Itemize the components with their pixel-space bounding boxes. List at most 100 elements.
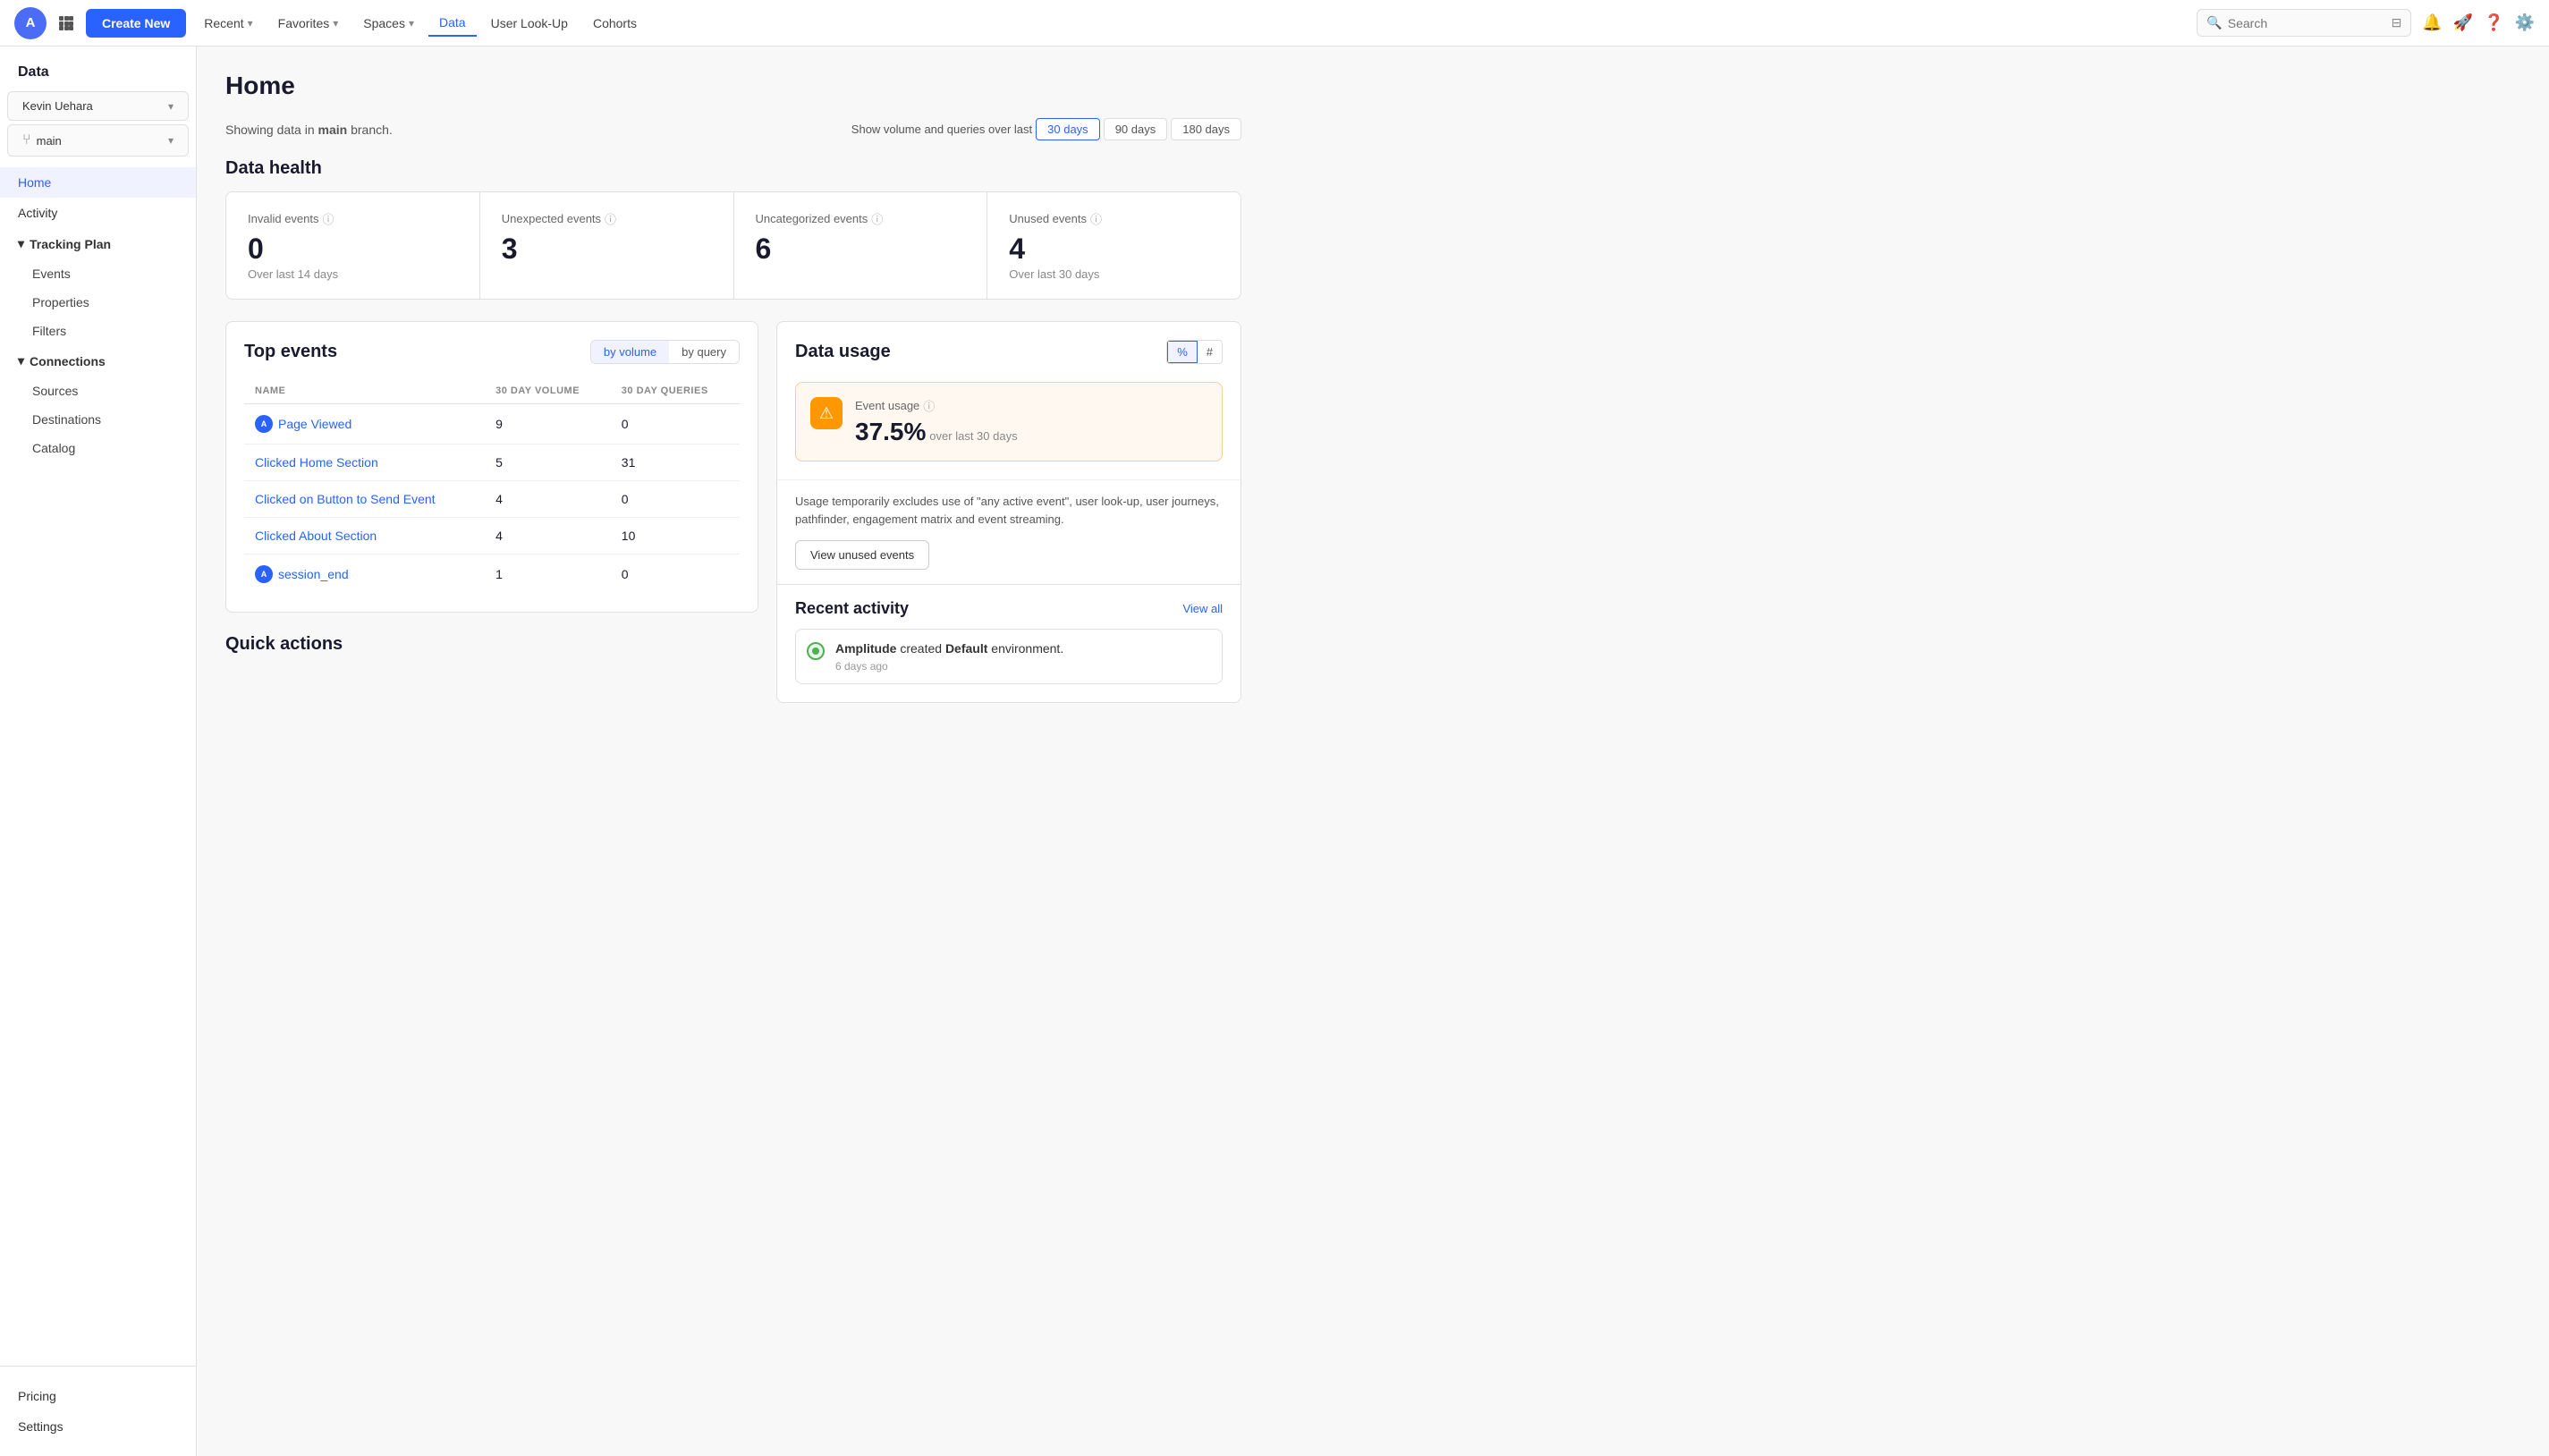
event-usage-section: ⚠ Event usage ⓘ 37.5% over last 30 days bbox=[777, 382, 1241, 479]
grid-icon[interactable] bbox=[54, 11, 79, 36]
branch-icon: ⑂ bbox=[22, 132, 31, 148]
sidebar-item-destinations[interactable]: Destinations bbox=[0, 405, 196, 434]
bell-icon[interactable]: 🔔 bbox=[2422, 13, 2442, 32]
uncategorized-info-icon[interactable]: ⓘ bbox=[871, 210, 883, 227]
time-180-btn[interactable]: 180 days bbox=[1171, 118, 1241, 140]
top-events-toggle: by volume by query bbox=[590, 340, 740, 364]
metric-unexpected: Unexpected events ⓘ 3 bbox=[480, 192, 734, 299]
search-bar[interactable]: 🔍 ⊟ bbox=[2197, 9, 2411, 37]
table-row: Clicked Home Section 5 31 bbox=[244, 444, 740, 481]
toggle-percent[interactable]: % bbox=[1167, 341, 1198, 363]
unexpected-info-icon[interactable]: ⓘ bbox=[605, 210, 616, 227]
top-nav: A Create New Recent ▾ Favorites ▾ Spaces… bbox=[0, 0, 2549, 47]
event-usage-info-icon[interactable]: ⓘ bbox=[923, 397, 935, 414]
app-layout: Data Kevin Uehara ▾ ⑂ main ▾ Home Activi… bbox=[0, 47, 2549, 1456]
activity-text: Amplitude created Default environment. bbox=[835, 640, 1063, 658]
recent-activity-title: Recent activity bbox=[795, 599, 909, 618]
sidebar-item-activity[interactable]: Activity bbox=[0, 198, 196, 228]
workspace-chevron: ▾ bbox=[168, 100, 174, 113]
data-health-title: Data health bbox=[225, 158, 1241, 179]
nav-spaces[interactable]: Spaces ▾ bbox=[352, 11, 425, 36]
event-usage-info: Event usage ⓘ 37.5% over last 30 days bbox=[855, 397, 1018, 446]
view-all-link[interactable]: View all bbox=[1182, 602, 1223, 615]
queries-clicked-about: 10 bbox=[611, 518, 740, 554]
toggle-by-query[interactable]: by query bbox=[669, 341, 739, 363]
time-90-btn[interactable]: 90 days bbox=[1104, 118, 1168, 140]
usage-note: Usage temporarily excludes use of "any a… bbox=[777, 479, 1241, 540]
metric-invalid-value: 0 bbox=[248, 233, 458, 266]
search-input[interactable] bbox=[2228, 16, 2386, 30]
quick-actions-title: Quick actions bbox=[225, 634, 758, 655]
activity-time: 6 days ago bbox=[835, 660, 1063, 673]
branch-name: main bbox=[37, 134, 62, 148]
table-row: A Page Viewed 9 0 bbox=[244, 404, 740, 444]
branch-info-row: Showing data in main branch. Show volume… bbox=[225, 118, 1241, 140]
event-link-session-end[interactable]: A session_end bbox=[255, 565, 474, 583]
invalid-info-icon[interactable]: ⓘ bbox=[323, 210, 335, 227]
filter-icon[interactable]: ⊟ bbox=[2392, 15, 2402, 30]
help-icon[interactable]: ❓ bbox=[2484, 13, 2503, 32]
metric-uncategorized-label: Uncategorized events ⓘ bbox=[756, 210, 966, 227]
nav-favorites[interactable]: Favorites ▾ bbox=[267, 11, 350, 36]
branch-chevron: ▾ bbox=[168, 134, 174, 147]
time-30-btn[interactable]: 30 days bbox=[1036, 118, 1100, 140]
nav-user-lookup[interactable]: User Look-Up bbox=[480, 11, 579, 36]
col-name: NAME bbox=[244, 378, 485, 404]
tracking-plan-chevron: ▾ bbox=[18, 236, 24, 251]
sidebar-item-pricing[interactable]: Pricing bbox=[0, 1381, 196, 1411]
toggle-by-volume[interactable]: by volume bbox=[591, 341, 669, 363]
volume-clicked-home: 5 bbox=[485, 444, 611, 481]
queries-clicked-button: 0 bbox=[611, 481, 740, 518]
branch-dropdown[interactable]: ⑂ main ▾ bbox=[7, 124, 189, 157]
event-icon-session-end: A bbox=[255, 565, 273, 583]
event-link-clicked-about[interactable]: Clicked About Section bbox=[255, 529, 474, 543]
top-events-title: Top events bbox=[244, 342, 337, 362]
left-col: Top events by volume by query NAME 30 DA… bbox=[225, 321, 758, 703]
event-usage-value: 37.5% over last 30 days bbox=[855, 418, 1018, 446]
workspace-name: Kevin Uehara bbox=[22, 99, 93, 113]
event-usage-label: Event usage ⓘ bbox=[855, 397, 1018, 414]
table-row: A session_end 1 0 bbox=[244, 554, 740, 595]
nav-recent[interactable]: Recent ▾ bbox=[193, 11, 263, 36]
rocket-icon[interactable]: 🚀 bbox=[2453, 13, 2473, 32]
volume-clicked-about: 4 bbox=[485, 518, 611, 554]
col-queries: 30 DAY QUERIES bbox=[611, 378, 740, 404]
nav-data[interactable]: Data bbox=[428, 10, 477, 37]
settings-icon[interactable]: ⚙️ bbox=[2515, 13, 2535, 32]
activity-dot-inner bbox=[812, 648, 819, 655]
data-usage-card: Data usage % # ⚠ Event usage ⓘ bbox=[776, 321, 1241, 703]
create-new-button[interactable]: Create New bbox=[86, 9, 186, 38]
events-table: NAME 30 DAY VOLUME 30 DAY QUERIES A bbox=[244, 378, 740, 594]
sidebar-item-filters[interactable]: Filters bbox=[0, 317, 196, 345]
time-filters: Show volume and queries over last 30 day… bbox=[851, 118, 1241, 140]
metric-unused-sub: Over last 30 days bbox=[1009, 267, 1219, 281]
queries-session-end: 0 bbox=[611, 554, 740, 595]
sidebar-item-sources[interactable]: Sources bbox=[0, 377, 196, 405]
sidebar-item-settings[interactable]: Settings bbox=[0, 1411, 196, 1442]
view-unused-events-button[interactable]: View unused events bbox=[795, 540, 929, 570]
two-col-layout: Top events by volume by query NAME 30 DA… bbox=[225, 321, 1241, 703]
metric-unused-label: Unused events ⓘ bbox=[1009, 210, 1219, 227]
activity-item: Amplitude created Default environment. 6… bbox=[795, 629, 1223, 684]
sidebar-group-connections[interactable]: ▾ Connections bbox=[0, 345, 196, 377]
nav-right: 🔍 ⊟ 🔔 🚀 ❓ ⚙️ bbox=[2197, 9, 2535, 37]
event-link-clicked-button[interactable]: Clicked on Button to Send Event bbox=[255, 492, 474, 506]
event-link-page-viewed[interactable]: A Page Viewed bbox=[255, 415, 474, 433]
sidebar-item-events[interactable]: Events bbox=[0, 259, 196, 288]
nav-items: Recent ▾ Favorites ▾ Spaces ▾ Data User … bbox=[193, 10, 2189, 37]
volume-clicked-button: 4 bbox=[485, 481, 611, 518]
logo-button[interactable]: A bbox=[14, 7, 47, 39]
unused-info-icon[interactable]: ⓘ bbox=[1090, 210, 1102, 227]
workspace-dropdown[interactable]: Kevin Uehara ▾ bbox=[7, 91, 189, 121]
top-events-header: Top events by volume by query bbox=[244, 340, 740, 364]
sidebar-item-home[interactable]: Home bbox=[0, 167, 196, 198]
data-usage-toggle: % # bbox=[1166, 340, 1223, 364]
toggle-number[interactable]: # bbox=[1198, 341, 1222, 363]
event-link-clicked-home[interactable]: Clicked Home Section bbox=[255, 455, 474, 470]
nav-cohorts[interactable]: Cohorts bbox=[582, 11, 648, 36]
event-usage-box: ⚠ Event usage ⓘ 37.5% over last 30 days bbox=[795, 382, 1223, 461]
metric-unexpected-value: 3 bbox=[502, 233, 712, 266]
sidebar-item-properties[interactable]: Properties bbox=[0, 288, 196, 317]
sidebar-group-tracking-plan[interactable]: ▾ Tracking Plan bbox=[0, 228, 196, 259]
sidebar-item-catalog[interactable]: Catalog bbox=[0, 434, 196, 462]
